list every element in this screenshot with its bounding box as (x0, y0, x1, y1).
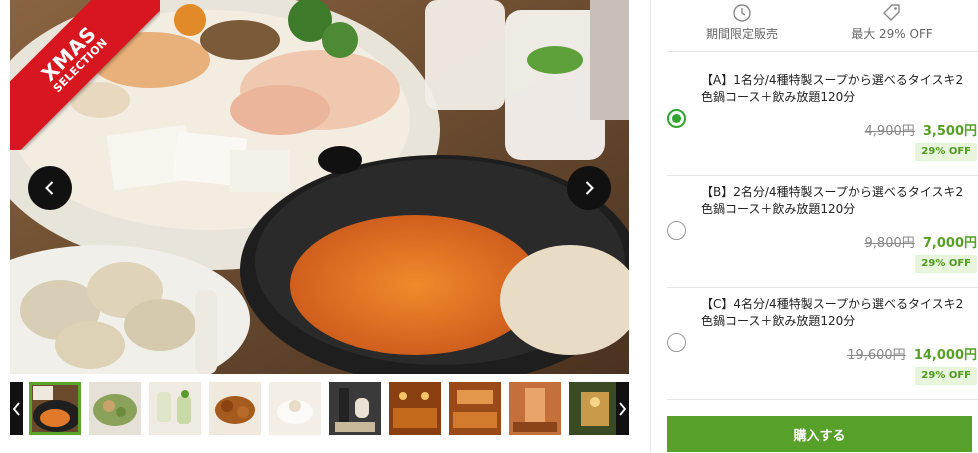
thumbnail-dessert[interactable] (269, 382, 321, 435)
course-a-price: 4,900円 3,500円 (865, 120, 977, 139)
course-a-new-price: 3,500円 (922, 124, 977, 139)
course-option-b[interactable]: 【B】2名分/4種特製スープから選べるタイスキ2色鍋コース＋飲み放題120分 9… (667, 176, 978, 288)
course-b-new-price: 7,000円 (922, 236, 977, 251)
course-c-new-price: 14,000円 (913, 348, 977, 363)
course-panel: 期間限定販売 最大 29% OFF 【A】1名分/4種特製スープから選べるタイス… (650, 0, 978, 453)
thumbnail-interior-1[interactable] (389, 382, 441, 435)
max-discount-info: 最大 29% OFF (817, 3, 967, 42)
price-tag-icon (883, 4, 900, 21)
previous-photo-button[interactable] (28, 166, 72, 210)
course-option-c[interactable]: 【C】4名分/4種特製スープから選べるタイスキ2色鍋コース＋飲み放題120分 1… (667, 288, 978, 400)
limited-time-info: 期間限定販売 (667, 3, 817, 42)
thumbnail-drinks[interactable] (149, 382, 201, 435)
course-c-old-price: 19,600円 (847, 348, 906, 363)
course-b-discount-badge: 29% OFF (915, 255, 977, 273)
course-a-discount-badge: 29% OFF (915, 143, 977, 161)
thumbnail-scroll-right-button[interactable] (616, 382, 629, 435)
thumbnail-strip (10, 382, 629, 435)
thumbnail-wine[interactable] (329, 382, 381, 435)
main-photo (10, 0, 629, 374)
main-photo-gallery: XMAS SELECTION (10, 0, 629, 374)
thumbnail-interior-4[interactable] (569, 382, 621, 435)
deal-info-row: 期間限定販売 最大 29% OFF (667, 0, 978, 52)
course-option-a[interactable]: 【A】1名分/4種特製スープから選べるタイスキ2色鍋コース＋飲み放題120分 4… (667, 64, 978, 176)
thumbnail-interior-3[interactable] (509, 382, 561, 435)
next-photo-button[interactable] (567, 166, 611, 210)
course-b-price: 9,800円 7,000円 (865, 232, 977, 251)
course-a-radio[interactable] (667, 109, 686, 128)
chevron-right-icon (619, 401, 627, 416)
course-a-old-price: 4,900円 (864, 124, 915, 139)
course-c-discount-badge: 29% OFF (915, 367, 977, 385)
course-c-radio[interactable] (667, 333, 686, 352)
thumbnail-hotpot[interactable] (29, 382, 81, 435)
course-c-title: 【C】4名分/4種特製スープから選べるタイスキ2色鍋コース＋飲み放題120分 (701, 297, 964, 328)
course-c-price: 19,600円 14,000円 (847, 344, 977, 363)
thumbnail-scroll-left-button[interactable] (10, 382, 23, 435)
thumbnail-salad[interactable] (89, 382, 141, 435)
limited-time-label: 期間限定販売 (705, 27, 778, 41)
course-b-radio[interactable] (667, 221, 686, 240)
course-a-title: 【A】1名分/4種特製スープから選べるタイスキ2色鍋コース＋飲み放題120分 (701, 73, 964, 104)
clock-icon (733, 4, 751, 22)
course-b-old-price: 9,800円 (864, 236, 915, 251)
chevron-left-icon (45, 181, 54, 195)
max-discount-label: 最大 29% OFF (851, 27, 933, 41)
thumbnail-fried-chicken[interactable] (209, 382, 261, 435)
chevron-left-icon (12, 401, 20, 416)
chevron-right-icon (585, 181, 594, 195)
thumbnail-interior-2[interactable] (449, 382, 501, 435)
purchase-button[interactable]: 購入する (667, 416, 972, 452)
course-b-title: 【B】2名分/4種特製スープから選べるタイスキ2色鍋コース＋飲み放題120分 (701, 185, 964, 216)
